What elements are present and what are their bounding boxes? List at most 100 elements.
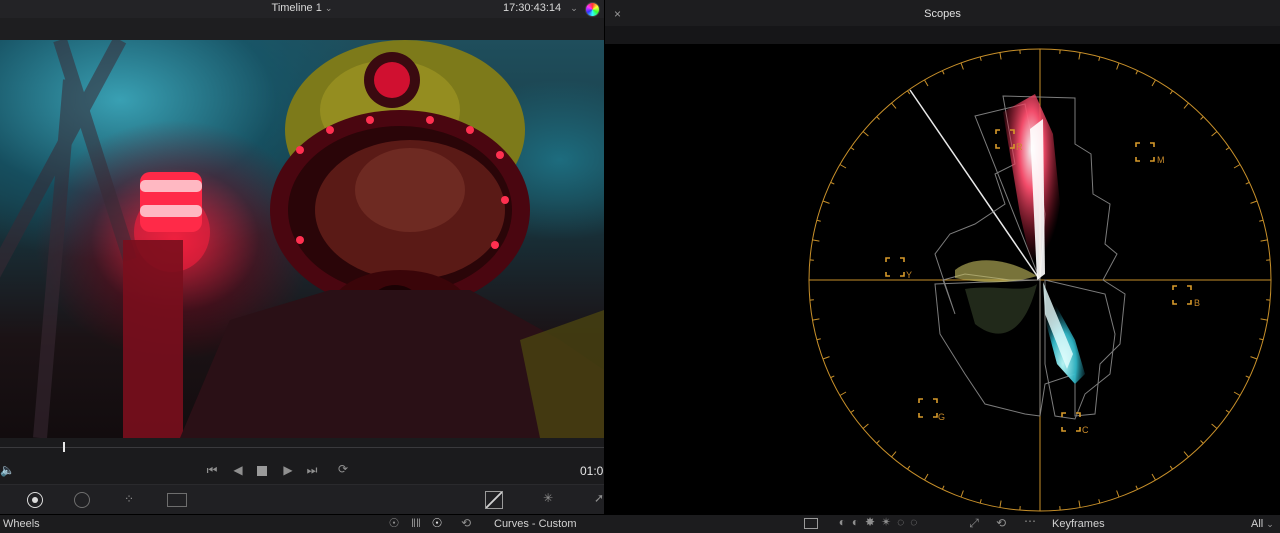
vectorscope-graph: R M Y B G C [605, 44, 1280, 516]
graticule-tick [1099, 57, 1100, 61]
graticule-tick [817, 339, 821, 340]
target-label-y: Y [906, 270, 912, 280]
graticule-tick [813, 319, 820, 320]
history-icon[interactable]: ⟲ [995, 517, 1007, 529]
skip-forward-icon[interactable]: ⏭ [303, 464, 321, 476]
graticule-tick [1000, 501, 1001, 508]
yellow-trace [955, 260, 1037, 282]
graticule-tick [1226, 410, 1229, 412]
fullscreen-icon[interactable]: ⤢ [968, 517, 980, 529]
node-tools-icon[interactable]: ◐◐✸✴◌◌ [826, 516, 936, 528]
graticule-tick [1184, 103, 1188, 108]
graticule-tick [961, 490, 963, 497]
graticule-tick [942, 71, 944, 75]
graticule-tick [980, 57, 981, 61]
scrubber-track[interactable] [0, 438, 604, 458]
primaries-wheels-icon[interactable] [27, 492, 43, 508]
graticule-tick [877, 117, 880, 120]
graticule-tick [840, 165, 846, 169]
wheels-label[interactable]: Wheels [3, 518, 40, 530]
target-box-y [886, 258, 904, 276]
graticule-tick [1117, 63, 1119, 70]
graticule-tick [961, 63, 963, 70]
graticule-tick [1079, 53, 1080, 60]
qualifier-icon[interactable]: ➚ [594, 492, 604, 504]
target-label-b: B [1194, 298, 1200, 308]
graticule-tick [863, 132, 868, 136]
graticule-tick [1261, 240, 1268, 241]
keyframes-filter-value: All [1251, 518, 1263, 530]
graticule-tick [1099, 499, 1100, 503]
graticule-tick [877, 441, 880, 444]
play-icon[interactable]: ▶ [281, 464, 295, 476]
graticule-tick [1136, 71, 1138, 75]
graticule-tick [1152, 474, 1156, 480]
bars-icon[interactable]: ‖‖ [409, 517, 423, 529]
speaker-icon[interactable]: 🔈 [0, 464, 12, 476]
graticule-tick [1246, 376, 1250, 378]
graticule-tick [831, 376, 835, 378]
hdr-wheels-icon[interactable] [74, 492, 90, 508]
graticule-tick [823, 357, 830, 359]
graticule-tick [1250, 357, 1257, 359]
graticule-tick [942, 486, 944, 490]
graticule-tick [1259, 339, 1263, 340]
graticule-tick [863, 424, 868, 428]
chevron-down-icon: ⌄ [325, 3, 333, 13]
timeline-name: Timeline 1 [272, 2, 322, 14]
more-options-icon[interactable]: ⋯ [1021, 515, 1039, 527]
chevron-down-icon: ⌄ [570, 3, 578, 13]
graticule-tick [1212, 132, 1217, 136]
curves-mode-label[interactable]: Curves - Custom [494, 518, 577, 530]
graticule-tick [1261, 319, 1268, 320]
color-tools-row: ⁘ ✳ ➚ [0, 484, 604, 515]
graticule-tick [925, 474, 929, 480]
graticule-tick [1259, 220, 1263, 221]
graticule-tick [1152, 80, 1156, 86]
target-label-c: C [1082, 425, 1089, 435]
graticule-tick [851, 148, 854, 150]
viewer-image[interactable] [0, 40, 604, 438]
keyframes-filter[interactable]: All ⌄ [1251, 518, 1274, 530]
waveform-toggle-icon[interactable] [804, 518, 818, 529]
reset-icon[interactable]: ☉ [388, 517, 400, 529]
graticule-tick [892, 103, 896, 108]
graticule-tick [1250, 201, 1257, 203]
graticule-tick [1000, 53, 1001, 60]
log-icon[interactable]: ☉ [431, 517, 443, 529]
rgb-mixer-icon[interactable]: ⁘ [120, 493, 138, 505]
graticule-tick [1201, 441, 1204, 444]
graticule-tick [892, 452, 896, 457]
transport-controls: 🔈 ⏮ ◀ ▶ ⏭ ⟳ 01:0 [0, 458, 604, 484]
keyframes-label: Keyframes [1052, 518, 1105, 530]
timecode-value: 17:30:43:14 [503, 2, 561, 14]
target-box-b [1173, 286, 1191, 304]
skip-back-icon[interactable]: ⏮ [203, 464, 221, 476]
graticule-tick [1170, 466, 1172, 469]
graticule-tick [908, 91, 910, 94]
graticule-tick [1201, 117, 1204, 120]
graticule-tick [840, 392, 846, 396]
color-warper-icon[interactable]: ✳ [538, 492, 558, 504]
graticule-tick [823, 201, 830, 203]
color-wheel-icon[interactable] [585, 2, 600, 17]
scrubber-line [0, 447, 604, 448]
red-trace [1003, 94, 1060, 280]
history-icon[interactable]: ⟲ [460, 517, 472, 529]
curves-icon[interactable] [485, 491, 503, 509]
stop-icon[interactable] [257, 466, 267, 476]
loop-icon[interactable]: ⟳ [334, 463, 352, 475]
timecode-display[interactable]: 17:30:43:14 ⌄ [503, 2, 578, 14]
motion-effects-icon[interactable] [167, 493, 187, 507]
vectorscope[interactable]: R M Y B G C [605, 44, 1280, 516]
target-label-m: M [1157, 155, 1165, 165]
graticule-tick [1234, 392, 1240, 396]
play-reverse-icon[interactable]: ◀ [231, 464, 245, 476]
playhead[interactable] [63, 442, 65, 452]
graticule-tick [925, 80, 929, 86]
underwater-diver-frame [0, 40, 604, 438]
target-box-m [1136, 143, 1154, 161]
graticule-tick [1226, 148, 1229, 150]
graticule-tick [908, 466, 910, 469]
graticule-tick [1079, 501, 1080, 508]
